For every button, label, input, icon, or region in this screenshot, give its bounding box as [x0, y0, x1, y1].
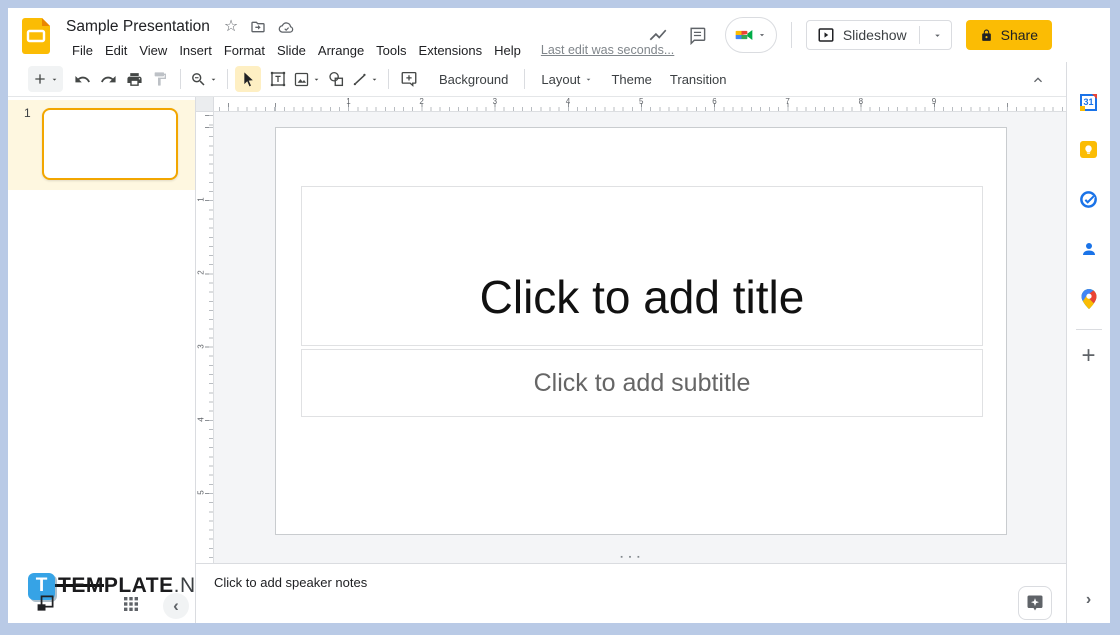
menu-view[interactable]: View [133, 40, 173, 61]
menu-arrange[interactable]: Arrange [312, 40, 370, 61]
select-tool-button[interactable] [235, 66, 261, 92]
new-slide-button[interactable] [28, 66, 63, 92]
layout-caret-icon [584, 75, 593, 84]
new-slide-caret-icon [50, 75, 59, 84]
menu-help[interactable]: Help [488, 40, 527, 61]
google-keep-icon[interactable] [1075, 135, 1103, 163]
comment-history-icon[interactable] [685, 22, 711, 48]
slide-canvas-area: 123456789 12345 Click to add title Click… [196, 97, 1066, 563]
star-icon[interactable]: ☆ [224, 19, 238, 35]
menu-slide[interactable]: Slide [271, 40, 312, 61]
title-placeholder[interactable]: Click to add title [301, 186, 983, 346]
horizontal-ruler[interactable]: 123456789 [214, 97, 1066, 112]
line-caret-icon [370, 75, 379, 84]
google-calendar-icon[interactable]: 31 [1075, 88, 1103, 116]
undo-button[interactable] [69, 66, 95, 92]
slide-thumbnail[interactable] [42, 108, 178, 180]
collapse-toolbar-icon[interactable] [1026, 68, 1050, 92]
grid-view-button[interactable] [124, 597, 138, 616]
subtitle-placeholder[interactable]: Click to add subtitle [301, 349, 983, 417]
notes-resize-handle[interactable]: ▪ ▪ ▪ [620, 554, 641, 561]
google-slides-logo-icon[interactable] [22, 18, 52, 62]
redo-button[interactable] [95, 66, 121, 92]
get-add-ons-button[interactable]: + [1081, 344, 1095, 368]
menu-extensions[interactable]: Extensions [413, 40, 489, 61]
document-activity-icon[interactable] [645, 22, 671, 48]
explore-button[interactable] [1018, 586, 1052, 620]
slideshow-dropdown-caret-icon[interactable] [932, 30, 943, 41]
side-panel-rail: 31 + [1066, 62, 1110, 623]
header-actions: Slideshow Share [645, 8, 1052, 62]
vertical-ruler[interactable]: 12345 [196, 112, 214, 563]
collapse-filmstrip-button[interactable]: ‹ [163, 593, 189, 619]
menu-edit[interactable]: Edit [99, 40, 133, 61]
menu-file[interactable]: File [66, 40, 99, 61]
slide-number: 1 [24, 106, 42, 190]
speaker-notes-placeholder[interactable]: Click to add speaker notes [214, 575, 367, 590]
slideshow-button[interactable]: Slideshow [806, 20, 952, 50]
layout-button[interactable]: Layout [532, 67, 602, 92]
join-meet-button[interactable] [725, 17, 777, 53]
meet-dropdown-caret-icon [757, 30, 767, 40]
header-text-block: Sample Presentation ☆ File Edit View Ins… [66, 8, 674, 62]
lock-icon [980, 29, 993, 42]
slide-thumbnail-row[interactable]: 1 [8, 100, 195, 190]
transition-button[interactable]: Transition [661, 67, 736, 92]
insert-image-button[interactable] [291, 66, 323, 92]
move-folder-icon[interactable] [250, 19, 266, 35]
zoom-button[interactable] [188, 66, 220, 92]
paint-format-button[interactable] [147, 66, 173, 92]
insert-line-button[interactable] [349, 66, 381, 92]
rail-divider [1076, 329, 1102, 330]
present-icon [817, 26, 835, 44]
menu-bar: File Edit View Insert Format Slide Arran… [66, 38, 674, 62]
text-box-button[interactable] [265, 66, 291, 92]
google-maps-icon[interactable] [1075, 285, 1103, 313]
chevron-left-icon: ‹ [173, 596, 179, 616]
document-status-cloud-icon[interactable] [278, 19, 295, 36]
header-separator [791, 22, 792, 48]
document-title[interactable]: Sample Presentation [66, 18, 210, 36]
google-contacts-icon[interactable] [1075, 235, 1103, 263]
google-meet-icon [734, 25, 754, 45]
image-caret-icon [312, 75, 321, 84]
show-side-panel-icon[interactable]: › [1086, 591, 1091, 609]
print-button[interactable] [121, 66, 147, 92]
background-button[interactable]: Background [430, 67, 517, 92]
google-tasks-icon[interactable] [1075, 185, 1103, 213]
filmstrip-panel: 1 T TEMPLATE.NET ‹ [8, 97, 196, 623]
toolbar: Background Layout Theme Transition [8, 62, 1066, 97]
menu-tools[interactable]: Tools [370, 40, 412, 61]
app-window: Sample Presentation ☆ File Edit View Ins… [8, 8, 1110, 623]
menu-format[interactable]: Format [218, 40, 271, 61]
ruler-origin-corner [196, 97, 214, 112]
zoom-caret-icon [209, 75, 218, 84]
theme-button[interactable]: Theme [602, 67, 660, 92]
menu-insert[interactable]: Insert [173, 40, 218, 61]
share-button[interactable]: Share [966, 20, 1052, 50]
slide-editor[interactable]: Click to add title Click to add subtitle [275, 127, 1007, 535]
insert-shape-button[interactable] [323, 66, 349, 92]
app-header: Sample Presentation ☆ File Edit View Ins… [8, 8, 1110, 62]
speaker-notes-panel[interactable]: Click to add speaker notes [196, 563, 1066, 623]
insert-comment-button[interactable] [396, 66, 422, 92]
filmstrip-view-button[interactable] [36, 594, 55, 618]
